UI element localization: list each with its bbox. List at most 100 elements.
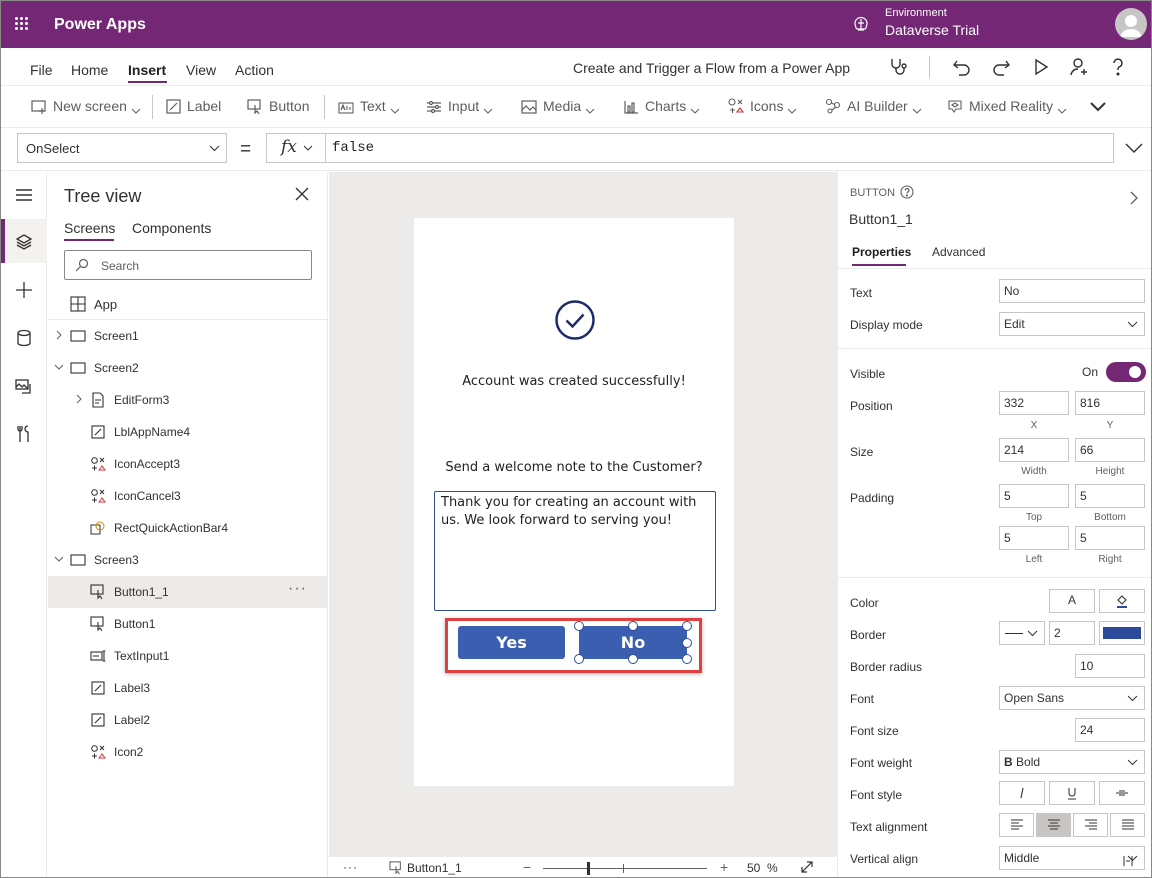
- tab-components[interactable]: Components: [132, 220, 211, 236]
- menu-file[interactable]: File: [30, 62, 53, 78]
- app-launcher-icon[interactable]: [15, 17, 29, 31]
- resize-handle[interactable]: [682, 621, 692, 631]
- tab-advanced[interactable]: Advanced: [932, 245, 985, 259]
- display-mode-dropdown[interactable]: Edit: [999, 312, 1145, 336]
- charts-menu-button[interactable]: Charts: [624, 98, 706, 114]
- tree-node-label2[interactable]: Label2: [48, 704, 328, 736]
- share-user-icon[interactable]: [1068, 56, 1090, 78]
- zoom-out-button[interactable]: −: [523, 859, 531, 875]
- resize-handle[interactable]: [628, 621, 638, 631]
- tree-node-icon2[interactable]: Icon2: [48, 736, 328, 768]
- redo-icon[interactable]: [990, 56, 1012, 78]
- tree-node-screen3[interactable]: Screen3: [48, 544, 328, 576]
- text-property-input[interactable]: No: [999, 279, 1145, 303]
- tab-screens[interactable]: Screens: [64, 220, 115, 236]
- position-y-input[interactable]: 816: [1075, 391, 1145, 415]
- control-name[interactable]: Button1_1: [849, 211, 913, 227]
- border-radius-input[interactable]: 10: [1075, 654, 1145, 678]
- plus-icon[interactable]: [13, 279, 35, 301]
- tree-node-button1[interactable]: Button1: [48, 608, 328, 640]
- database-icon[interactable]: [13, 327, 35, 349]
- menu-home[interactable]: Home: [71, 62, 108, 78]
- width-input[interactable]: 214: [999, 438, 1069, 462]
- expand-formula-icon[interactable]: [1125, 143, 1143, 153]
- welcome-note-input[interactable]: Thank you for creating an account with u…: [434, 491, 716, 611]
- tree-node-button1-1[interactable]: Button1_1 ···: [48, 576, 328, 608]
- border-color-button[interactable]: [1099, 621, 1145, 645]
- visible-toggle[interactable]: [1106, 362, 1146, 382]
- zoom-slider-thumb[interactable]: [587, 862, 590, 875]
- align-right-button[interactable]: [1073, 813, 1108, 837]
- font-size-input[interactable]: 24: [1075, 718, 1145, 742]
- chevron-right-icon[interactable]: [54, 330, 64, 340]
- chevron-down-icon[interactable]: [54, 362, 64, 372]
- undo-icon[interactable]: [951, 56, 973, 78]
- height-input[interactable]: 66: [1075, 438, 1145, 462]
- fill-color-button[interactable]: [1099, 589, 1145, 613]
- fit-to-window-icon[interactable]: [800, 860, 814, 874]
- font-dropdown[interactable]: Open Sans: [999, 686, 1145, 710]
- tree-node-lblappname4[interactable]: LblAppName4: [48, 416, 328, 448]
- chevron-down-icon[interactable]: [54, 554, 64, 564]
- formula-input[interactable]: false: [325, 133, 1114, 163]
- hamburger-icon[interactable]: [13, 184, 35, 206]
- function-picker[interactable]: fx: [266, 133, 326, 163]
- padding-top-input[interactable]: 5: [999, 484, 1069, 508]
- input-menu-button[interactable]: Input: [426, 98, 499, 114]
- border-width-input[interactable]: 2: [1049, 621, 1095, 645]
- padding-right-input[interactable]: 5: [1075, 526, 1145, 550]
- align-center-button[interactable]: [1036, 813, 1071, 837]
- tree-node-iconcancel3[interactable]: IconCancel3: [48, 480, 328, 512]
- resize-handle[interactable]: [574, 654, 584, 664]
- app-title[interactable]: Create and Trigger a Flow from a Power A…: [573, 60, 850, 76]
- tree-node-iconaccept3[interactable]: IconAccept3: [48, 448, 328, 480]
- check-circle-icon[interactable]: [554, 299, 596, 341]
- tree-node-app[interactable]: App: [70, 296, 117, 312]
- stethoscope-icon[interactable]: [887, 56, 909, 78]
- property-dropdown[interactable]: OnSelect: [17, 133, 227, 163]
- tree-node-label3[interactable]: Label3: [48, 672, 328, 704]
- tools-icon[interactable]: [13, 423, 35, 445]
- tree-node-screen2[interactable]: Screen2: [48, 352, 328, 384]
- icons-menu-button[interactable]: Icons: [728, 98, 803, 114]
- mixed-reality-menu-button[interactable]: Mixed Reality: [947, 98, 1073, 114]
- zoom-in-button[interactable]: +: [720, 859, 728, 875]
- success-label[interactable]: Account was created successfully!: [414, 374, 734, 389]
- resize-handle[interactable]: [682, 638, 692, 648]
- app-screen[interactable]: Account was created successfully! Send a…: [414, 218, 734, 786]
- help-icon[interactable]: [1107, 56, 1129, 78]
- ai-builder-menu-button[interactable]: AI Builder: [825, 98, 928, 114]
- media-menu-button[interactable]: Media: [521, 98, 601, 114]
- more-options-icon[interactable]: ···: [288, 580, 307, 598]
- align-justify-button[interactable]: [1110, 813, 1145, 837]
- border-style-dropdown[interactable]: [999, 621, 1045, 645]
- padding-left-input[interactable]: 5: [999, 526, 1069, 550]
- resize-handle[interactable]: [628, 654, 638, 664]
- resize-handle[interactable]: [574, 621, 584, 631]
- text-color-button[interactable]: A: [1049, 589, 1095, 613]
- ribbon-expand-icon[interactable]: [1089, 101, 1107, 112]
- font-weight-dropdown[interactable]: B Bold: [999, 750, 1145, 774]
- tree-node-editform3[interactable]: EditForm3: [48, 384, 328, 416]
- play-icon[interactable]: [1030, 56, 1052, 78]
- welcome-question-label[interactable]: Send a welcome note to the Customer?: [414, 460, 734, 475]
- zoom-slider[interactable]: [543, 868, 707, 869]
- underline-button[interactable]: [1049, 781, 1095, 805]
- text-menu-button[interactable]: Text: [338, 98, 406, 114]
- tab-properties[interactable]: Properties: [852, 245, 911, 259]
- tree-node-screen1[interactable]: Screen1: [48, 320, 328, 352]
- avatar[interactable]: [1115, 8, 1147, 40]
- padding-bottom-input[interactable]: 5: [1075, 484, 1145, 508]
- more-options-icon[interactable]: ···: [343, 860, 358, 874]
- tree-node-textinput1[interactable]: TextInput1: [48, 640, 328, 672]
- position-x-input[interactable]: 332: [999, 391, 1069, 415]
- resize-handle[interactable]: [682, 654, 692, 664]
- media-library-icon[interactable]: [13, 375, 35, 397]
- tree-search-input[interactable]: Search: [64, 250, 312, 280]
- help-icon[interactable]: [900, 185, 914, 199]
- italic-button[interactable]: [999, 781, 1045, 805]
- chevron-right-icon[interactable]: [74, 394, 84, 404]
- menu-insert[interactable]: Insert: [128, 62, 166, 78]
- new-screen-button[interactable]: New screen: [31, 98, 147, 114]
- breadcrumb[interactable]: Button1_1: [389, 861, 462, 875]
